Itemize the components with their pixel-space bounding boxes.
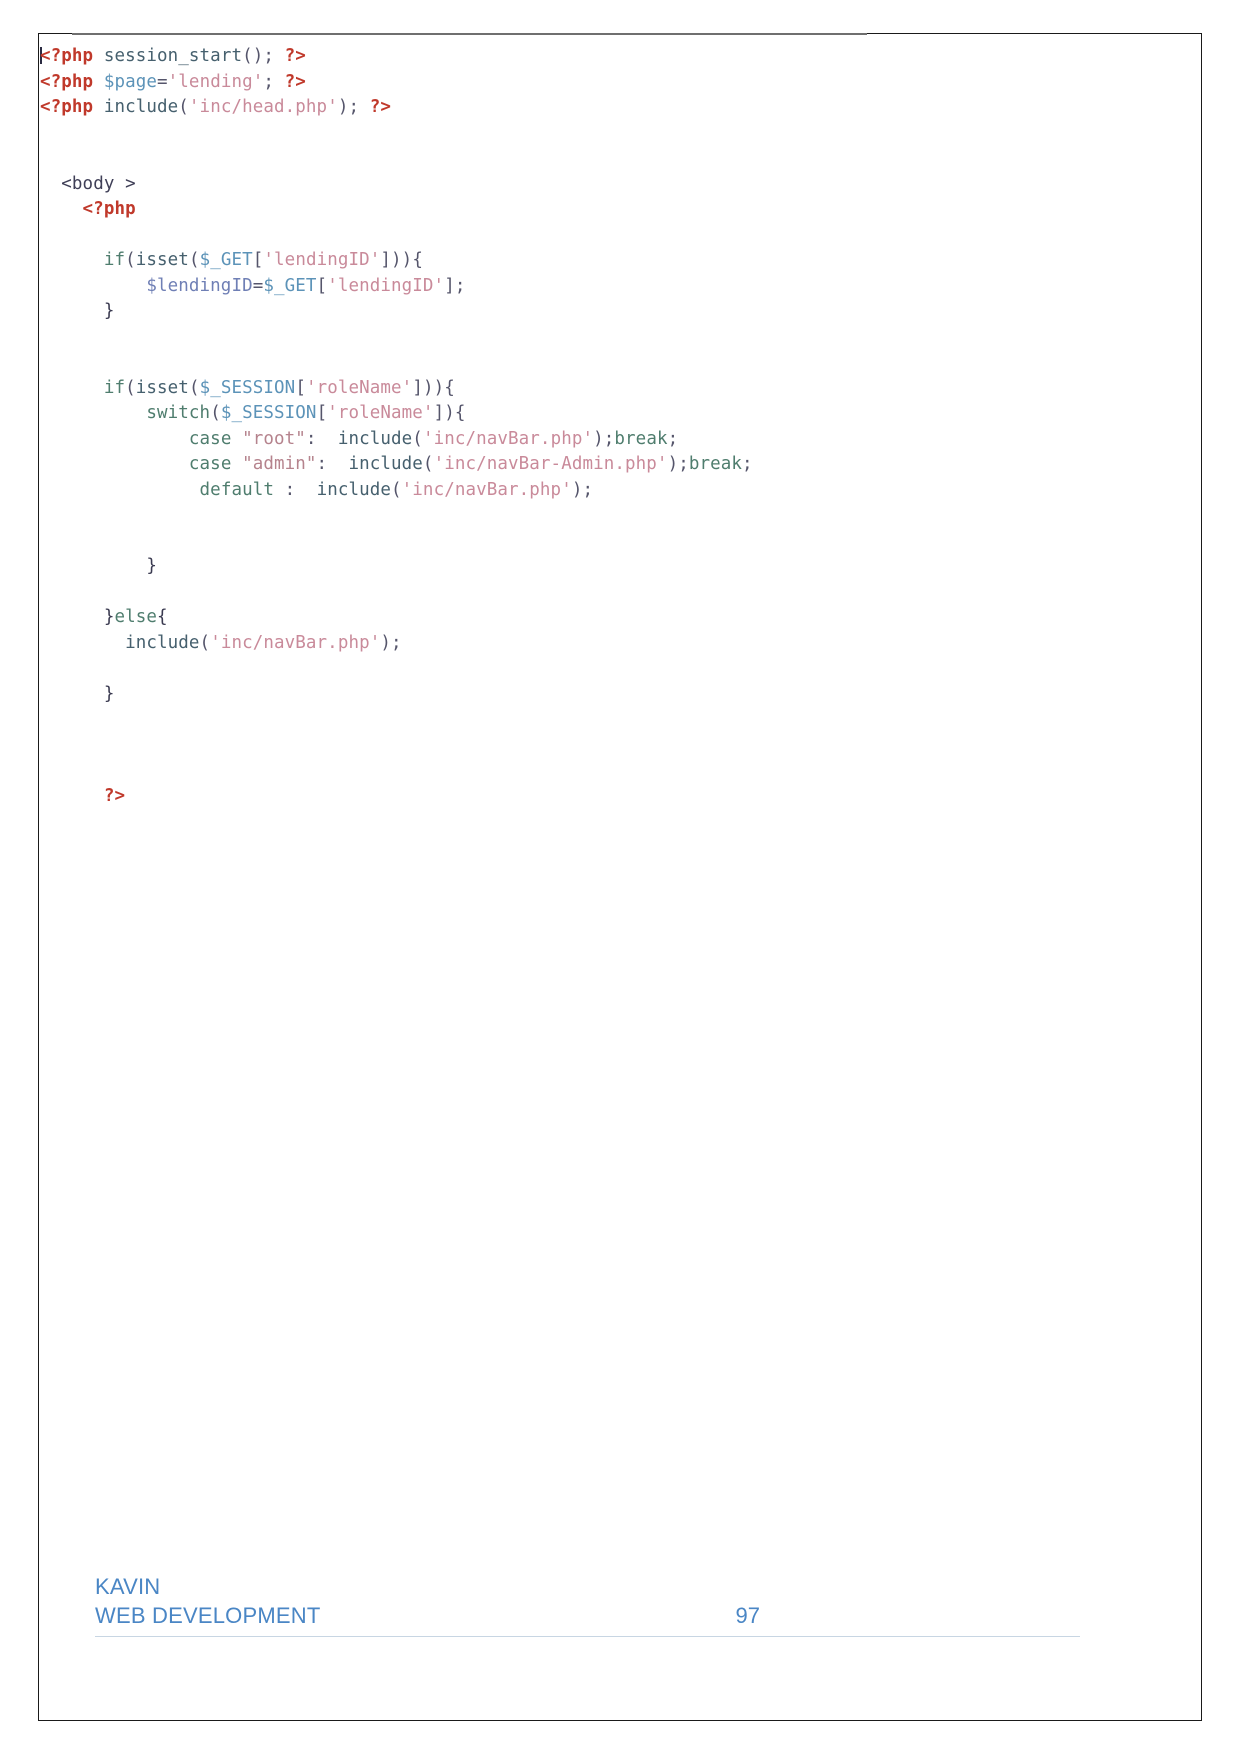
code-line-6: <body > [61, 173, 136, 194]
page-number: 97 [735, 1603, 760, 1628]
code-line-14: if(isset($_SESSION['roleName'])){ [103, 377, 455, 398]
footer-author: KAVIN [95, 1574, 161, 1599]
footer-subject: WEB DEVELOPMENT [95, 1603, 321, 1628]
code-line-1: <?php session_start(); ?> [40, 46, 306, 66]
footer-divider [95, 1636, 1080, 1637]
code-line-16: case "root": include('inc/navBar.php');b… [188, 428, 679, 449]
code-listing: <?php session_start(); ?> <?php $page='l… [40, 33, 1040, 809]
code-line-18: default : include('inc/navBar.php'); [199, 479, 594, 500]
code-top-divider [72, 33, 867, 35]
code-line-23: }else{ [103, 607, 168, 627]
code-line-30: ?> [103, 785, 126, 806]
code-line-7: <?php [82, 199, 136, 219]
code-block: <?php session_start(); ?> <?php $page='l… [40, 44, 1040, 809]
code-line-10: $lendingID=$_GET['lendingID']; [146, 275, 466, 296]
code-line-26: } [103, 683, 115, 704]
code-line-9: if(isset($_GET['lendingID'])){ [103, 250, 423, 270]
code-line-11: } [103, 301, 115, 321]
code-line-3: <?php include('inc/head.php'); ?> [40, 97, 392, 117]
code-line-2: <?php $page='lending'; ?> [40, 71, 306, 92]
code-line-24: include('inc/navBar.php'); [125, 632, 402, 653]
code-line-17: case "admin": include('inc/navBar-Admin.… [188, 454, 753, 474]
page-footer: KAVIN WEB DEVELOPMENT 97 [95, 1572, 1115, 1637]
code-line-15: switch($_SESSION['roleName']){ [146, 403, 466, 423]
code-line-21: } [146, 556, 157, 576]
